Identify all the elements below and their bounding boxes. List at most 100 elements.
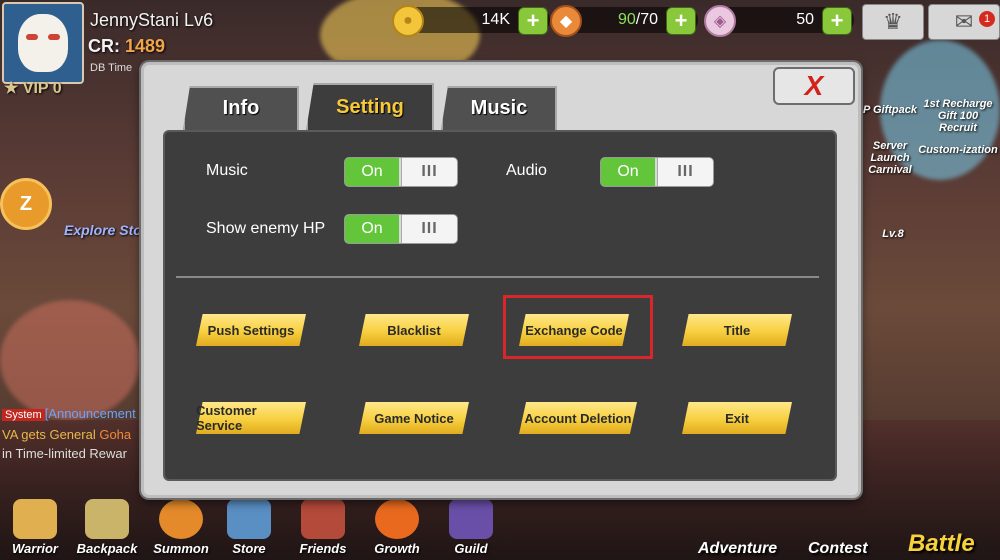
bottom-nav: Warrior Backpack Summon Store Friends Gr…	[0, 490, 1000, 560]
cr-value: 1489	[125, 36, 166, 56]
close-icon: X	[804, 70, 824, 101]
add-gem-button[interactable]: +	[822, 7, 852, 35]
stamina-counter: ◆ 90/70 +	[550, 5, 698, 37]
toggle-knob-icon: III	[657, 158, 713, 186]
nav-store[interactable]: Store	[218, 499, 280, 556]
nav-label: Warrior	[12, 541, 58, 556]
gem-icon: ◈	[704, 5, 736, 37]
guild-icon	[449, 499, 493, 539]
chat-feed[interactable]: System [Announcement VA gets General Goha…	[2, 404, 152, 463]
section-divider	[176, 276, 819, 278]
account-deletion-button[interactable]: Account Deletion	[519, 402, 637, 434]
crown-icon: ♛	[883, 9, 903, 34]
blacklist-button[interactable]: Blacklist	[359, 314, 469, 346]
title-button[interactable]: Title	[682, 314, 792, 346]
gold-coin-icon: ●	[392, 5, 424, 37]
giftpack-label[interactable]: P Giftpack	[860, 104, 920, 116]
button-label: Exit	[725, 410, 749, 426]
stamina-drumstick-icon: ◆	[550, 5, 582, 37]
toggle-knob-icon: III	[401, 158, 457, 186]
friends-icon	[301, 499, 345, 539]
nav-friends[interactable]: Friends	[292, 499, 354, 556]
chat-line: VA gets General Goha	[2, 425, 152, 444]
stamina-max: /70	[635, 11, 658, 28]
chat-text: in Time-limited Rewar	[2, 446, 127, 461]
chat-line: System [Announcement	[2, 404, 152, 425]
player-avatar[interactable]	[2, 2, 84, 84]
ranking-button[interactable]: ♛	[862, 4, 924, 40]
contest-button[interactable]: Contest	[808, 540, 868, 558]
tab-info[interactable]: Info	[183, 86, 299, 130]
music-setting-label: Music	[206, 162, 248, 179]
game-notice-button[interactable]: Game Notice	[359, 402, 469, 434]
tab-label: Info	[222, 96, 260, 119]
chat-text: VA gets General	[2, 427, 100, 442]
nav-backpack[interactable]: Backpack	[76, 499, 138, 556]
db-time: DB Time	[90, 62, 133, 74]
stamina-current: 90	[617, 11, 636, 28]
mail-button[interactable]: ✉ 1	[928, 4, 1000, 40]
background-light	[0, 300, 140, 420]
nav-label: Growth	[374, 541, 420, 556]
tab-setting[interactable]: Setting	[306, 83, 434, 131]
audio-toggle[interactable]: On III	[600, 157, 714, 187]
customization-label[interactable]: Custom-ization	[918, 144, 998, 156]
system-tag: System	[2, 409, 45, 421]
nav-guild[interactable]: Guild	[440, 499, 502, 556]
music-toggle[interactable]: On III	[344, 157, 458, 187]
battle-button[interactable]: Battle	[908, 530, 975, 558]
close-button[interactable]: X	[773, 67, 855, 105]
gold-counter: ● 14K +	[392, 5, 550, 37]
audio-setting-label: Audio	[506, 162, 547, 179]
growth-icon	[375, 499, 419, 539]
button-label: Customer Service	[196, 403, 257, 433]
nav-label: Guild	[454, 541, 488, 556]
nav-growth[interactable]: Growth	[366, 499, 428, 556]
toggle-knob-icon: III	[401, 215, 457, 243]
player-name: JennyStani Lv6	[90, 10, 214, 30]
toggle-on-label: On	[345, 158, 399, 186]
mail-badge: 1	[979, 11, 995, 27]
level-tag: Lv.8	[882, 228, 904, 240]
vip-label: VIP 0	[22, 80, 62, 97]
push-settings-button[interactable]: Push Settings	[196, 314, 306, 346]
gold-value: 14K	[481, 11, 510, 28]
nav-label: Summon	[153, 541, 209, 556]
button-label: Push Settings	[207, 322, 295, 338]
exit-button[interactable]: Exit	[682, 402, 792, 434]
dragon-ball-icon[interactable]: Z	[0, 178, 52, 230]
exchange-code-highlight	[503, 295, 653, 359]
button-label: Blacklist	[387, 322, 441, 338]
combat-rating: CR: 1489	[88, 36, 165, 57]
backpack-icon	[85, 499, 129, 539]
warrior-icon	[13, 499, 57, 539]
adventure-button[interactable]: Adventure	[698, 540, 777, 558]
gem-value: 50	[796, 11, 814, 28]
nav-summon[interactable]: Summon	[150, 499, 212, 556]
mask-avatar-icon	[18, 14, 68, 72]
toggle-on-label: On	[601, 158, 655, 186]
gem-counter: ◈ 50 +	[704, 5, 854, 37]
tab-label: Setting	[336, 95, 404, 118]
customer-service-button[interactable]: Customer Service	[196, 402, 306, 434]
tab-music[interactable]: Music	[441, 86, 557, 130]
button-label: Account Deletion	[524, 410, 632, 426]
tab-label: Music	[470, 96, 528, 119]
add-gold-button[interactable]: +	[518, 7, 548, 35]
button-label: Game Notice	[374, 410, 454, 426]
button-label: Title	[723, 322, 751, 338]
chat-highlight: Goha	[99, 427, 132, 442]
enemy-hp-toggle[interactable]: On III	[344, 214, 458, 244]
first-recharge-label[interactable]: 1st Recharge Gift 100 Recruit	[918, 98, 998, 134]
enemy-hp-setting-label: Show enemy HP	[206, 220, 326, 237]
nav-label: Store	[232, 541, 266, 556]
vip-level[interactable]: ★ VIP 0	[4, 78, 62, 98]
server-carnival-label[interactable]: Server Launch Carnival	[860, 140, 920, 176]
nav-warrior[interactable]: Warrior	[4, 499, 66, 556]
nav-label: Friends	[299, 541, 347, 556]
add-stamina-button[interactable]: +	[666, 7, 696, 35]
mail-icon: ✉	[954, 9, 974, 34]
chat-line: in Time-limited Rewar	[2, 444, 152, 463]
cr-label: CR:	[88, 36, 120, 56]
announcement-text: [Announcement	[44, 406, 136, 421]
